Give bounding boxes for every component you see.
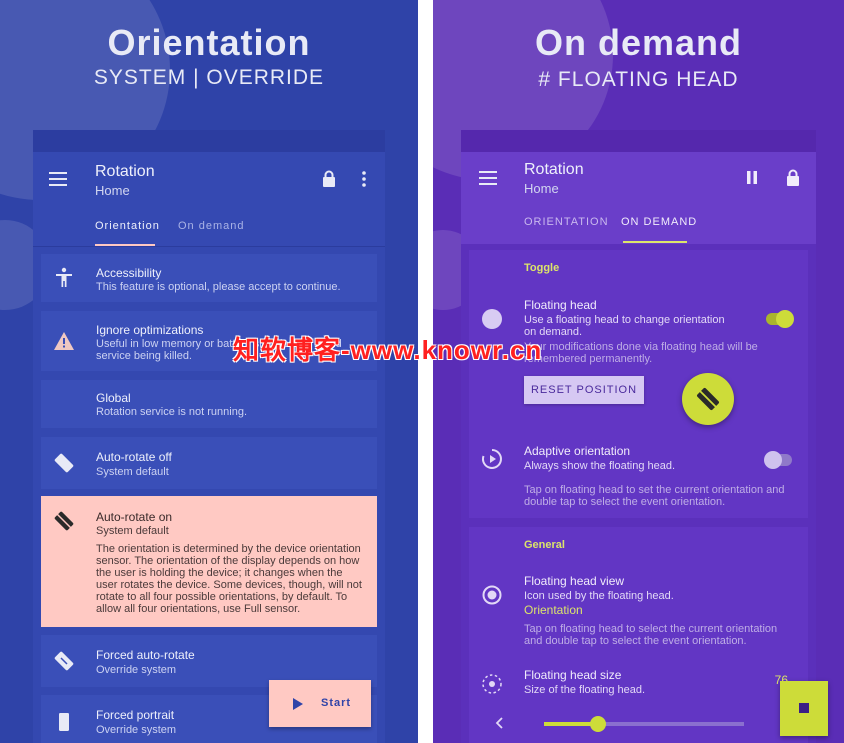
setting-note-line: Tap on floating head to set the current … <box>524 484 785 496</box>
floating-head-icon <box>482 309 502 329</box>
orientation-panel: Orientation SYSTEM | OVERRIDE Rotation H… <box>0 0 418 743</box>
item-desc-line: allow all four orientations, use Full se… <box>96 603 301 615</box>
chevron-left-icon[interactable] <box>495 717 503 729</box>
pause-icon[interactable] <box>746 171 758 184</box>
app-title: Rotation <box>524 161 584 178</box>
item-title: Forced auto-rotate <box>96 648 195 662</box>
list-item-global[interactable]: Global Rotation service is not running. <box>41 380 377 428</box>
item-desc-line: sensor. The orientation of the display d… <box>96 555 360 567</box>
watermark: 知软博客-www.knowr.cn <box>233 335 543 365</box>
hero-title: Orientation <box>107 22 311 63</box>
list-item-accessibility[interactable]: Accessibility This feature is optional, … <box>41 254 377 302</box>
phone-rotate-icon <box>697 388 719 410</box>
app-bar: Rotation Home ORIENTATION ON DEMAND <box>461 152 816 244</box>
hero-subtitle: # FLOATING HEAD <box>538 68 739 91</box>
setting-note-line: remembered permanently. <box>524 353 653 365</box>
floating-head-toggle[interactable] <box>766 310 794 328</box>
setting-desc: Size of the floating head. <box>524 684 646 696</box>
lock-icon[interactable] <box>322 170 336 187</box>
phone-rotate-off-icon <box>54 453 74 473</box>
start-button[interactable]: Start <box>269 680 371 727</box>
on-demand-panel: On demand # FLOATING HEAD Rotation Home … <box>433 0 844 743</box>
radio-button-icon <box>482 585 502 605</box>
status-bar <box>33 130 385 152</box>
item-desc: Rotation service is not running. <box>96 406 248 418</box>
app-bar: Rotation Home Orientation On demand <box>33 152 385 247</box>
status-bar <box>461 130 816 152</box>
setting-title: Floating head view <box>524 574 625 588</box>
setting-value: Orientation <box>524 603 583 617</box>
app-subtitle: Home <box>524 181 559 196</box>
hero-title: On demand <box>534 22 743 63</box>
reset-position-button[interactable]: RESET POSITION <box>524 376 644 404</box>
tab-on-demand[interactable]: ON DEMAND <box>621 216 697 228</box>
setting-note-line: double tap to select the event orientati… <box>524 496 726 508</box>
adaptive-orientation-toggle[interactable] <box>764 451 792 469</box>
phone-screen: Rotation Home Orientation On demand Acce… <box>33 130 385 743</box>
adaptive-orientation-icon <box>482 449 502 469</box>
tab-orientation[interactable]: Orientation <box>95 220 160 232</box>
app-subtitle: Home <box>95 183 130 198</box>
setting-note-line: Tap on floating head to select the curre… <box>524 623 778 635</box>
menu-icon[interactable] <box>49 172 67 186</box>
general-section: General Floating head view Icon used by … <box>469 527 808 743</box>
more-vert-icon[interactable] <box>362 171 366 187</box>
phone-rotate-on-icon <box>54 511 74 531</box>
item-desc-line: user rotates the device. Some devices, t… <box>96 579 362 591</box>
warning-icon <box>54 332 74 350</box>
size-slider[interactable] <box>544 716 744 732</box>
accessibility-icon <box>56 267 72 287</box>
section-title: Toggle <box>524 262 560 274</box>
item-title: Global <box>96 391 131 405</box>
list-item-auto-rotate-on[interactable]: Auto-rotate on System default The orient… <box>41 496 377 627</box>
item-desc-line: the user is holding the device; it chang… <box>96 567 343 579</box>
lock-icon[interactable] <box>786 169 800 186</box>
setting-title: Floating head <box>524 298 597 312</box>
menu-icon[interactable] <box>479 171 497 185</box>
setting-title: Floating head size <box>524 668 622 682</box>
forced-rotate-icon <box>54 651 74 671</box>
item-title: Accessibility <box>96 266 162 280</box>
setting-desc: Icon used by the floating head. <box>524 590 674 602</box>
setting-desc-line: Use a floating head to change orientatio… <box>524 314 725 326</box>
setting-title: Adaptive orientation <box>524 444 631 458</box>
floating-head-bubble[interactable] <box>682 373 734 425</box>
stop-icon <box>799 703 809 713</box>
portrait-icon <box>59 713 69 731</box>
item-desc: System default <box>96 466 169 478</box>
active-tab-indicator <box>95 244 155 246</box>
setting-desc-line: on demand. <box>524 326 583 338</box>
hero-subtitle: SYSTEM | OVERRIDE <box>93 66 325 89</box>
setting-desc: Always show the floating head. <box>524 460 676 472</box>
item-desc: This feature is optional, please accept … <box>96 281 341 293</box>
setting-note-line: and double tap to select the event orien… <box>524 635 747 647</box>
toggle-section: Toggle Floating head Use a floating head… <box>469 250 808 518</box>
item-title: Auto-rotate off <box>96 450 172 464</box>
play-icon <box>293 698 303 710</box>
item-desc: Override system <box>96 664 177 676</box>
tab-on-demand[interactable]: On demand <box>178 220 244 232</box>
slider-thumb[interactable] <box>590 716 606 732</box>
stop-button[interactable] <box>780 681 828 736</box>
active-tab-indicator <box>623 241 687 243</box>
start-label: Start <box>321 697 352 709</box>
item-desc-line: System default <box>96 525 169 537</box>
tab-orientation[interactable]: ORIENTATION <box>524 216 609 228</box>
item-title: Auto-rotate on <box>96 510 173 524</box>
floating-size-icon <box>482 674 502 694</box>
item-desc-line: The orientation is determined by the dev… <box>96 543 361 555</box>
list-item-auto-rotate-off[interactable]: Auto-rotate off System default <box>41 437 377 489</box>
phone-screen: Rotation Home ORIENTATION ON DEMAND Togg… <box>461 130 828 743</box>
item-desc-line: rotate to all four possible orientations… <box>96 591 348 603</box>
setting-note-line: Your modifications done via floating hea… <box>524 341 758 353</box>
section-title: General <box>524 539 565 551</box>
app-title: Rotation <box>95 163 155 180</box>
